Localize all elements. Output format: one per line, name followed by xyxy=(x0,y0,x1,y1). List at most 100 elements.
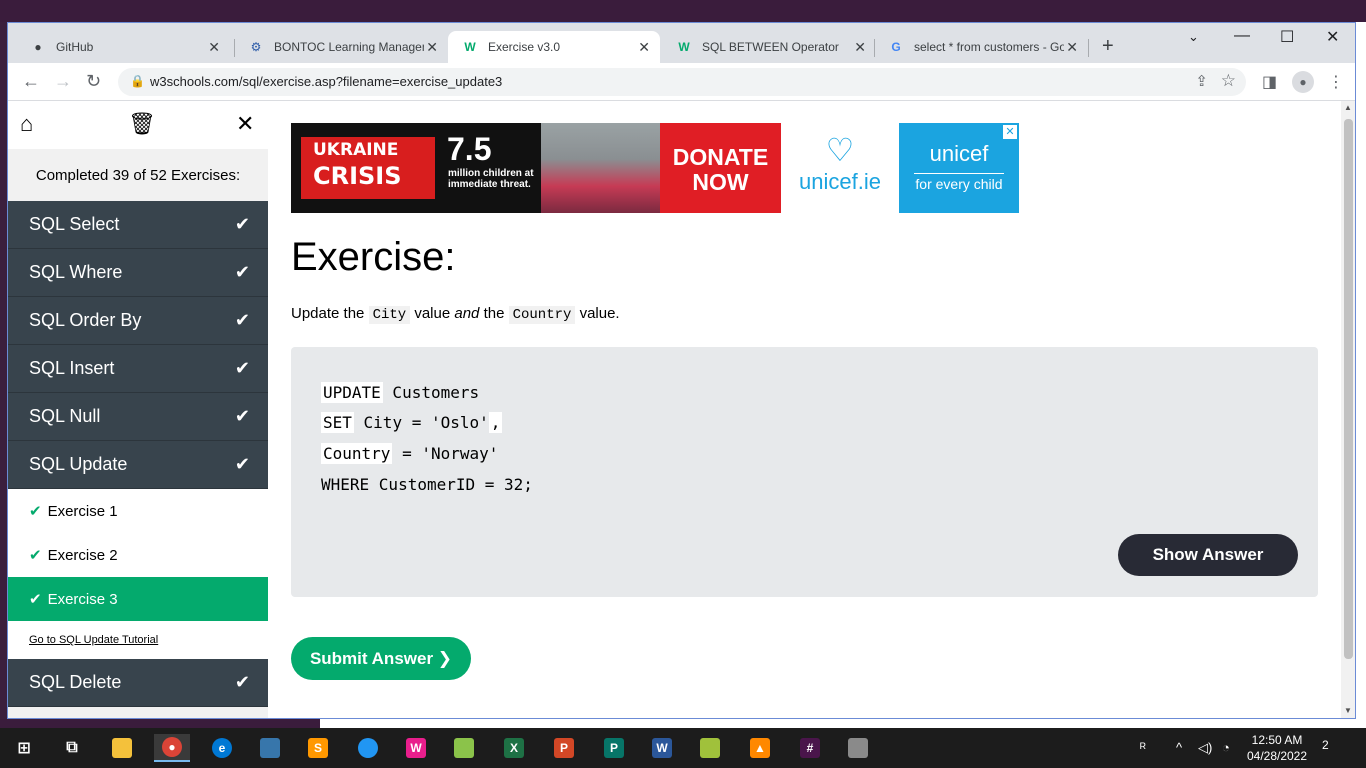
browser-toolbar: ← → ↻ 🔒 w3schools.com/sql/exercise.asp?f… xyxy=(8,63,1355,101)
slack-icon[interactable]: # xyxy=(792,734,828,762)
file-explorer-icon[interactable] xyxy=(104,734,140,762)
sidebar-item-label: SQL Update xyxy=(29,454,128,474)
sidebar-item-sql-where[interactable]: SQL Where ✔ xyxy=(8,249,268,297)
sidebar-item-sql-insert[interactable]: SQL Insert ✔ xyxy=(8,345,268,393)
url-text[interactable]: w3schools.com/sql/exercise.asp?filename=… xyxy=(150,74,502,89)
sidebar-item-sql-update[interactable]: SQL Update ✔ xyxy=(8,441,268,489)
window-close-icon[interactable]: ✕ xyxy=(1326,27,1339,47)
unicef-brand-ad[interactable]: ✕ unicef for every child xyxy=(899,123,1019,213)
close-icon[interactable]: ✕ xyxy=(236,111,254,137)
ad-description: million children at immediate threat. xyxy=(448,168,534,190)
checkmark-icon: ✔ xyxy=(234,406,250,426)
paint-icon[interactable] xyxy=(840,734,876,762)
edge-icon[interactable]: e xyxy=(204,734,240,762)
tab-google[interactable]: G select * from customers - Go ✕ xyxy=(874,31,1088,63)
word-icon[interactable]: W xyxy=(644,734,680,762)
scrollbar-thumb[interactable] xyxy=(1344,119,1353,659)
moodle-icon: ⚙ xyxy=(250,40,262,54)
maximize-icon[interactable]: ☐ xyxy=(1280,27,1294,47)
task-view-icon[interactable]: ⧉ xyxy=(54,734,90,762)
ad-number: 7.5 xyxy=(447,131,492,167)
close-icon[interactable]: ✕ xyxy=(1066,39,1078,56)
python-icon[interactable] xyxy=(252,734,288,762)
people-icon[interactable]: ᴿ xyxy=(1140,740,1146,755)
sidebar-item-label: SQL Where xyxy=(29,262,123,282)
sidebar-item-sql-delete[interactable]: SQL Delete ✔ xyxy=(8,659,268,707)
powerpoint-icon[interactable]: P xyxy=(546,734,582,762)
tab-sql-between[interactable]: W SQL BETWEEN Operator ✕ xyxy=(662,31,876,63)
system-clock[interactable]: 12:50 AM 04/28/2022 xyxy=(1242,732,1312,764)
unicef-ie-ad[interactable]: ♡ unicef.ie xyxy=(781,123,899,213)
app-tool-icon[interactable] xyxy=(692,734,728,762)
excel-icon[interactable]: X xyxy=(496,734,532,762)
back-icon[interactable]: ← xyxy=(22,71,40,92)
sublime-icon[interactable]: S xyxy=(300,734,336,762)
wondershare-icon[interactable]: W xyxy=(398,734,434,762)
new-tab-icon[interactable]: + xyxy=(1102,35,1114,58)
bookmark-star-icon[interactable]: ☆ xyxy=(1221,71,1236,91)
checkmark-icon: ✔ xyxy=(29,591,42,608)
close-icon[interactable]: ✕ xyxy=(638,39,650,56)
volume-icon[interactable]: ◁) xyxy=(1198,740,1212,756)
answer-field-3[interactable]: , xyxy=(488,412,503,433)
trash-icon[interactable]: 🗑 xyxy=(128,111,156,137)
sidebar-subitem-exercise-1[interactable]: ✔ Exercise 1 xyxy=(8,489,268,533)
submit-answer-button[interactable]: Submit Answer ❯ xyxy=(291,637,471,680)
vlc-icon[interactable]: ▲ xyxy=(742,734,778,762)
code-line-2: SET City = 'Oslo', xyxy=(321,412,503,433)
notification-center-icon[interactable]: 2 xyxy=(1322,738,1344,758)
close-icon[interactable]: ✕ xyxy=(208,39,220,56)
share-icon[interactable]: ⇪ xyxy=(1195,72,1208,90)
windows-start-icon[interactable]: ⊞ xyxy=(6,734,42,762)
scroll-up-icon[interactable]: ▲ xyxy=(1344,103,1352,112)
minimize-icon[interactable]: — xyxy=(1234,27,1250,45)
sidebar-item-sql-null[interactable]: SQL Null ✔ xyxy=(8,393,268,441)
page-content: ⌂ 🗑 ✕ Completed 39 of 52 Exercises: SQL … xyxy=(8,101,1341,718)
tutorial-link[interactable]: Go to SQL Update Tutorial xyxy=(8,621,268,659)
desktop-edge-bottom xyxy=(0,719,1366,728)
close-icon[interactable]: ✕ xyxy=(854,39,866,56)
side-panel-icon[interactable]: ◨ xyxy=(1262,72,1277,92)
subitem-label: Exercise 3 xyxy=(47,590,118,608)
tab-bontoc[interactable]: ⚙ BONTOC Learning Managem ✕ xyxy=(234,31,448,63)
tab-exercise[interactable]: W Exercise v3.0 ✕ xyxy=(448,31,660,63)
tab-github[interactable]: ● GitHub ✕ xyxy=(16,31,230,63)
code-line-3: Country = 'Norway' xyxy=(321,443,499,464)
menu-kebab-icon[interactable]: ⋮ xyxy=(1328,72,1344,92)
reload-icon[interactable]: ↻ xyxy=(86,71,101,92)
ukraine-crisis-logo: UKRAINE CRISIS xyxy=(301,137,435,199)
tab-search-icon[interactable]: ⌄ xyxy=(1188,29,1199,45)
windows-taskbar: ⊞ ⧉ ● e S W X P P W ▲ # ᴿ ^ ◁) ◔ 12:50 A… xyxy=(0,728,1366,768)
sidebar-subitem-exercise-3[interactable]: ✔ Exercise 3 xyxy=(8,577,268,621)
answer-field-1[interactable]: UPDATE xyxy=(321,382,383,403)
scroll-down-icon[interactable]: ▼ xyxy=(1344,706,1352,715)
sidebar-item-sql-order-by[interactable]: SQL Order By ✔ xyxy=(8,297,268,345)
home-icon[interactable]: ⌂ xyxy=(20,111,33,137)
tab-strip: ● GitHub ✕ ⚙ BONTOC Learning Managem ✕ W… xyxy=(8,23,1355,63)
sidebar-item-sql-select[interactable]: SQL Select ✔ xyxy=(8,201,268,249)
sidebar-item-label: SQL Null xyxy=(29,406,101,426)
exercise-sidebar: ⌂ 🗑 ✕ Completed 39 of 52 Exercises: SQL … xyxy=(8,101,268,718)
app-bird-icon[interactable] xyxy=(350,734,386,762)
sidebar-subitem-exercise-2[interactable]: ✔ Exercise 2 xyxy=(8,533,268,577)
ad-close-icon[interactable]: ✕ xyxy=(1003,125,1017,139)
chevron-up-icon[interactable]: ^ xyxy=(1176,740,1182,755)
sidebar-item-label: SQL Insert xyxy=(29,358,115,378)
close-icon[interactable]: ✕ xyxy=(426,39,438,56)
wifi-icon[interactable]: ◔ xyxy=(1222,740,1230,755)
ukraine-ad-banner[interactable]: UKRAINE CRISIS 7.5 million children at i… xyxy=(291,123,781,213)
lock-icon[interactable]: 🔒 xyxy=(130,74,145,88)
show-answer-button[interactable]: Show Answer xyxy=(1118,534,1298,576)
forward-icon[interactable]: → xyxy=(54,71,72,92)
answer-field-4[interactable]: Country xyxy=(321,443,393,464)
chrome-icon[interactable]: ● xyxy=(154,734,190,762)
checkmark-icon: ✔ xyxy=(234,262,250,282)
google-icon: G xyxy=(891,40,901,54)
profile-avatar-icon[interactable]: ● xyxy=(1292,71,1314,93)
publisher-icon[interactable]: P xyxy=(596,734,632,762)
address-bar[interactable]: 🔒 w3schools.com/sql/exercise.asp?filenam… xyxy=(118,68,1246,96)
page-scrollbar[interactable]: ▲ ▼ xyxy=(1341,101,1355,718)
donate-now-button[interactable]: DONATE NOW xyxy=(660,123,781,213)
answer-field-2[interactable]: SET xyxy=(321,412,354,433)
notepad-icon[interactable] xyxy=(446,734,482,762)
